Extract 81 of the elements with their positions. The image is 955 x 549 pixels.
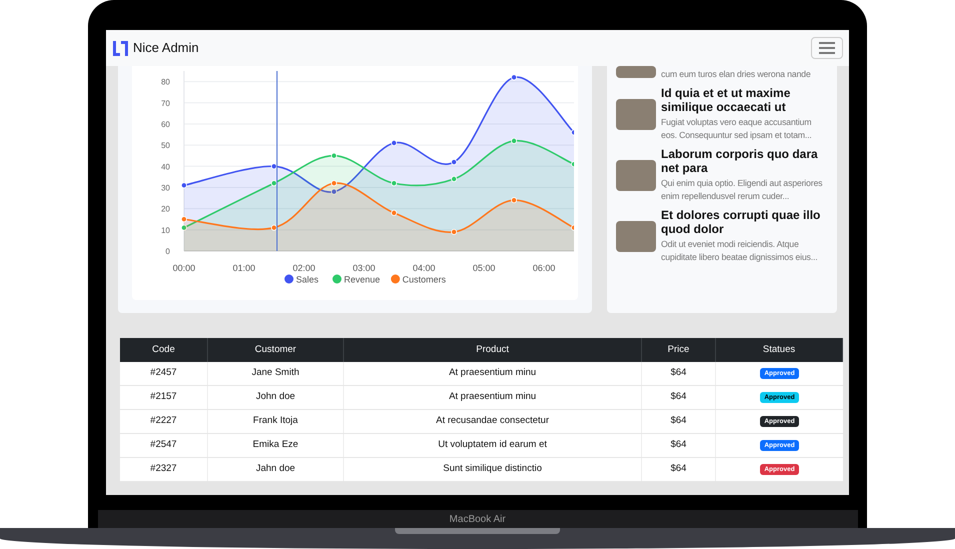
data-point	[181, 224, 187, 231]
column-header: Statues	[716, 338, 843, 362]
table-cell: #2547	[120, 434, 208, 457]
data-point	[511, 74, 517, 80]
photo-placeholder	[616, 66, 656, 78]
data-point	[511, 197, 517, 204]
table-cell: #2457	[120, 362, 208, 385]
table-cell: Emika Eze	[208, 434, 344, 457]
table-cell: #2227	[120, 410, 208, 433]
data-point	[571, 129, 574, 136]
table-cell: Frank Itoja	[208, 410, 344, 433]
y-tick-label: 70	[161, 98, 170, 108]
data-point	[571, 161, 574, 168]
data-point	[331, 188, 337, 195]
news-title[interactable]: Et dolores corrupti quae illo quod dolor	[661, 208, 828, 236]
device-label: MacBook Air	[449, 512, 506, 526]
table-cell: Jahn doe	[208, 458, 344, 481]
y-tick-label: 10	[161, 226, 170, 235]
table-cell: Sunt similique distinctio	[344, 458, 642, 481]
table-cell: At praesentium minu	[344, 386, 642, 409]
news-title[interactable]: Id quia et et ut maxime similique occaecati ut	[661, 86, 828, 114]
data-point	[391, 210, 397, 216]
logo-text: Nice Admin	[133, 39, 199, 58]
x-tick-label: 00:00	[172, 263, 196, 273]
data-point	[271, 224, 277, 231]
y-tick-label: 0	[166, 247, 170, 256]
news-excerpt: Odit ut eveniet modi reiciendis. Atque cupiditate libero beatae dignissimos eius...	[661, 238, 818, 264]
data-point	[451, 176, 457, 182]
photo-placeholder	[616, 98, 656, 130]
y-tick-label: 20	[161, 204, 170, 214]
table-cell: John doe	[208, 386, 344, 409]
table-cell: Ut voluptatem id earum et	[344, 434, 642, 457]
news-excerpt: cum eum turos elan dries werona nande	[661, 68, 811, 81]
x-tick-label: 01:00	[232, 263, 256, 273]
column-header: Price	[642, 338, 716, 362]
column-header: Product	[344, 338, 642, 362]
data-point	[331, 180, 337, 186]
x-tick-label: 03:00	[352, 263, 376, 273]
legend-label: Customers	[402, 274, 446, 284]
photo-placeholder	[616, 220, 656, 252]
table-cell: $64	[642, 410, 716, 433]
photo-placeholder	[616, 160, 656, 190]
table-cell: $64	[642, 458, 716, 481]
y-tick-label: 60	[161, 120, 170, 129]
x-tick-label: 06:00	[532, 263, 556, 273]
y-tick-label: 80	[161, 78, 170, 87]
data-point	[391, 140, 397, 146]
data-point	[181, 216, 187, 222]
data-point	[181, 182, 187, 188]
menu-icon	[819, 42, 835, 54]
table-cell: At praesentium minu	[344, 362, 642, 385]
x-tick-label: 04:00	[412, 263, 436, 273]
legend-label: Sales	[296, 274, 319, 284]
table-cell: Jane Smith	[208, 362, 344, 385]
news-title[interactable]: Laborum corporis quo dara net para	[661, 147, 828, 175]
table-cell: #2157	[120, 386, 208, 409]
legend-label: Revenue	[344, 274, 380, 284]
table-cell: $64	[642, 362, 716, 385]
table-cell: #2327	[120, 458, 208, 481]
y-tick-label: 30	[161, 183, 170, 192]
x-tick-label: 05:00	[472, 263, 496, 273]
column-header: Customer	[208, 338, 344, 362]
menu-button[interactable]	[811, 37, 843, 59]
y-tick-label: 40	[161, 162, 170, 172]
data-point	[511, 138, 517, 144]
x-tick-label: 02:00	[292, 263, 316, 273]
y-tick-label: 50	[161, 141, 170, 150]
logo-icon	[112, 40, 129, 56]
data-point	[391, 180, 397, 186]
table-cell: $64	[642, 434, 716, 457]
news-excerpt: Qui enim quia optio. Eligendi aut asperiores enim repellendusvel rerum cuder...	[661, 177, 824, 203]
news-excerpt: Fugiat voluptas vero eaque accusantium eos. Consequuntur sed ipsam et totam...	[661, 116, 813, 142]
table-cell: $64	[642, 386, 716, 409]
data-point	[331, 152, 337, 159]
data-point	[271, 180, 277, 186]
table-cell: At recusandae consectetur	[344, 410, 642, 433]
data-point	[451, 228, 457, 235]
data-point	[571, 224, 574, 231]
data-point	[271, 163, 277, 170]
data-point	[451, 159, 457, 166]
column-header: Code	[120, 338, 208, 362]
